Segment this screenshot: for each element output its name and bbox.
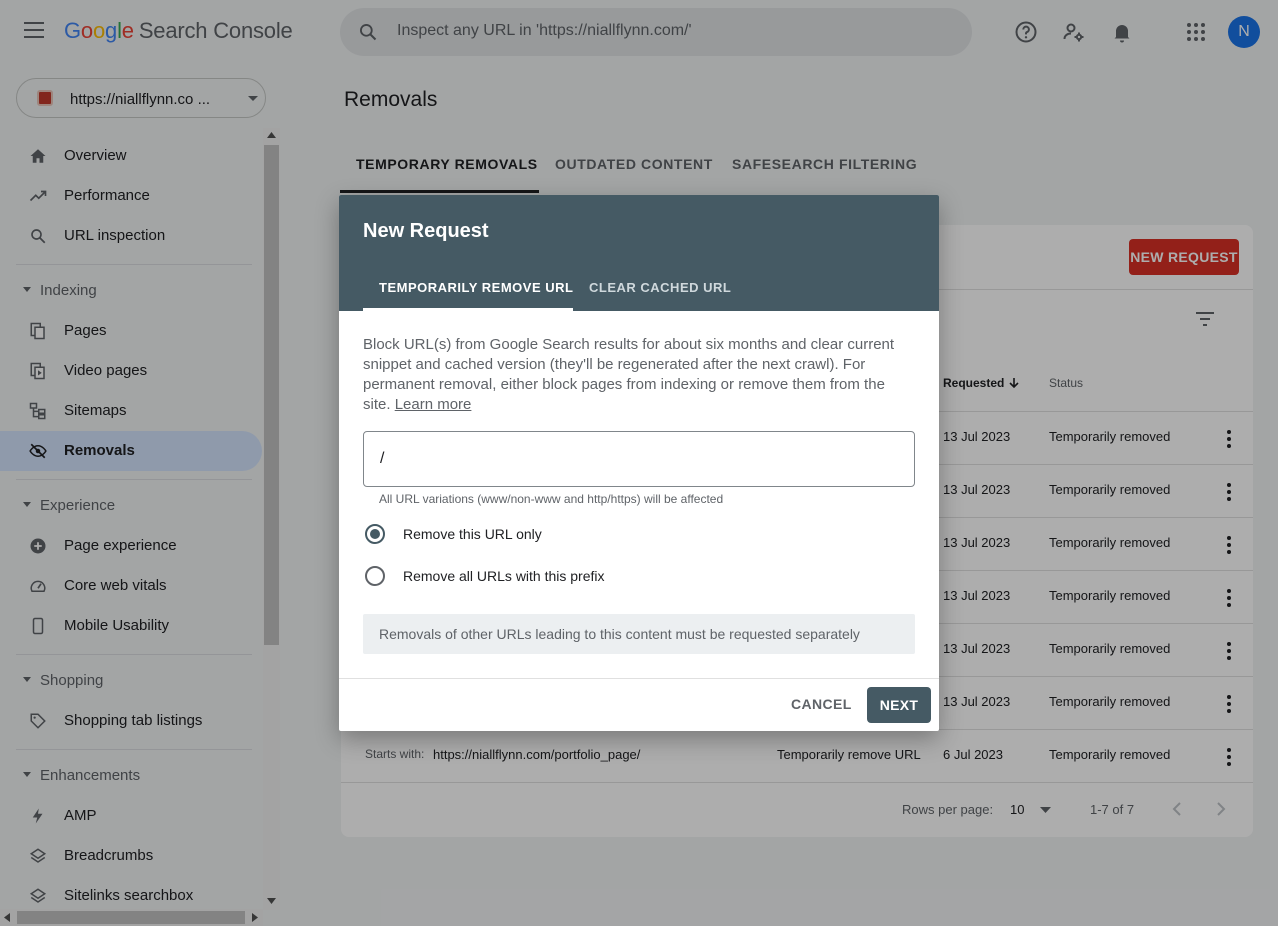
url-input[interactable] — [363, 431, 915, 487]
active-tab-indicator — [363, 308, 573, 311]
next-button[interactable]: NEXT — [867, 687, 931, 723]
tab-clear-cached-url[interactable]: CLEAR CACHED URL — [589, 280, 731, 295]
tab-temporarily-remove-url[interactable]: TEMPORARILY REMOVE URL — [379, 280, 573, 295]
remove-url-only-radio[interactable] — [365, 524, 385, 544]
dialog-footer-divider — [339, 678, 939, 679]
info-note: Removals of other URLs leading to this c… — [363, 614, 915, 654]
remove-prefix-label[interactable]: Remove all URLs with this prefix — [403, 568, 605, 584]
dialog-title: New Request — [363, 220, 489, 242]
url-input-hint: All URL variations (www/non-www and http… — [379, 492, 724, 506]
remove-url-only-label[interactable]: Remove this URL only — [403, 526, 542, 542]
learn-more-link[interactable]: Learn more — [395, 396, 472, 413]
new-request-dialog: New Request TEMPORARILY REMOVE URL CLEAR… — [339, 195, 939, 731]
remove-prefix-radio[interactable] — [365, 566, 385, 586]
cancel-button[interactable]: CANCEL — [791, 696, 852, 712]
dialog-description: Block URL(s) from Google Search results … — [363, 335, 913, 415]
